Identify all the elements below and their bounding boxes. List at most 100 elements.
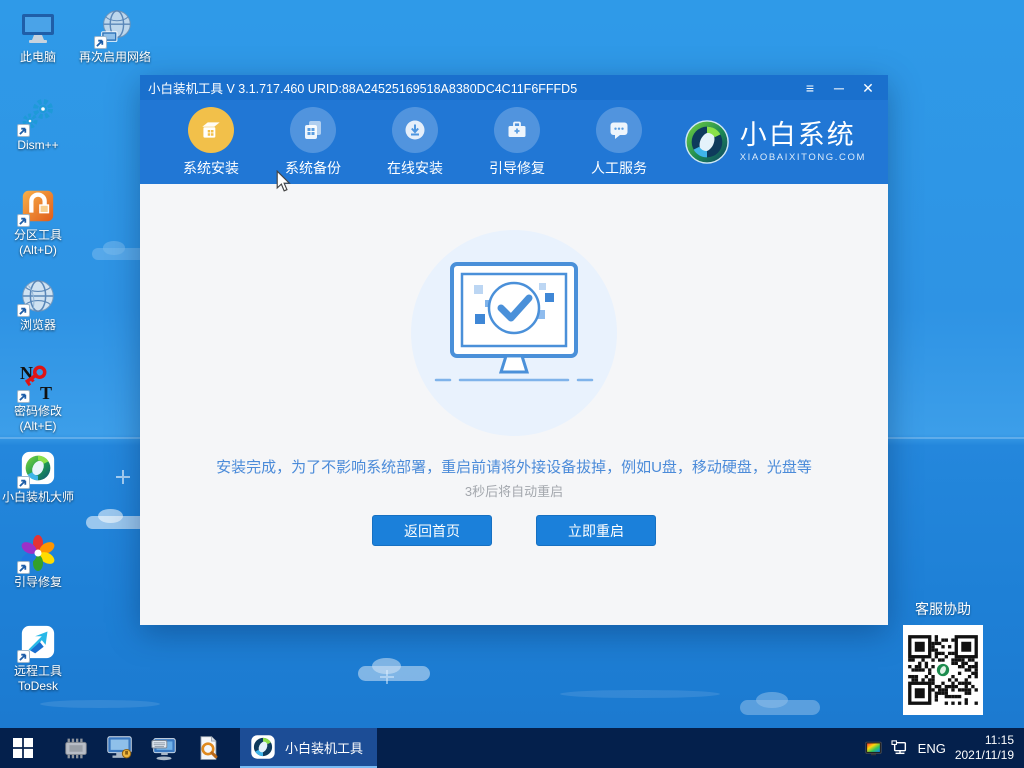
taskbar: 小白装机工具 ENG 11:15 2021/11/19: [0, 728, 1024, 768]
mouse-cursor: [276, 170, 291, 192]
clock[interactable]: 11:15 2021/11/19: [955, 733, 1014, 763]
system-tray: ENG 11:15 2021/11/19: [865, 733, 1024, 763]
sparkle: [116, 470, 130, 484]
cloud: [740, 691, 820, 715]
tab-label: 人工服务: [591, 159, 647, 176]
shortcut-arrow-icon: [17, 390, 30, 403]
shortcut-arrow-icon: [94, 36, 107, 49]
wave: [560, 690, 720, 698]
shortcut-arrow-icon: [17, 124, 30, 137]
backup-icon: [290, 106, 336, 153]
window-titlebar[interactable]: 小白装机工具 V 3.1.717.460 URID:88A24525169518…: [140, 75, 888, 100]
window-content: 安装完成，为了不影响系统部署，重启前请将外接设备拔掉，例如U盘，移动硬盘，光盘等…: [140, 184, 888, 625]
desktop-icon-re-enable-network[interactable]: 再次启用网络: [76, 8, 154, 65]
tab-online-install[interactable]: 在线安装: [364, 106, 466, 178]
shortcut-arrow-icon: [17, 561, 30, 574]
tab-label: 系统安装: [183, 159, 239, 176]
taskbar-keyboard-tool-button[interactable]: [142, 728, 186, 768]
language-indicator[interactable]: ENG: [918, 741, 946, 756]
cloud: [92, 241, 147, 260]
shortcut-arrow-icon: [17, 650, 30, 663]
pinwheel-icon: [17, 533, 58, 574]
toolbox-icon: [494, 106, 540, 153]
close-icon[interactable]: ✕: [858, 78, 878, 98]
cloud: [358, 657, 430, 681]
package-icon: [188, 106, 234, 153]
desktop-icon-label: 小白装机大师: [1, 490, 74, 504]
monitor-lock-icon: [107, 736, 132, 759]
sparkle: [380, 670, 394, 684]
cloud: [86, 508, 148, 529]
installer-window: 小白装机工具 V 3.1.717.460 URID:88A24525169518…: [140, 75, 888, 625]
svg-text:T: T: [40, 383, 52, 402]
monitor-check-icon: [434, 262, 594, 382]
desktop-icon-label: Dism++: [17, 138, 59, 152]
network-globe-icon: [94, 8, 135, 49]
xiaobai-app-icon: [251, 735, 275, 759]
taskbar-app-xiaobai[interactable]: 小白装机工具: [240, 728, 378, 768]
chat-icon: [596, 106, 642, 153]
taskbar-cpu-tool-button[interactable]: [54, 728, 98, 768]
shortcut-arrow-icon: [17, 476, 30, 489]
minimize-icon[interactable]: ─: [829, 78, 849, 98]
shortcut-arrow-icon: [17, 214, 30, 227]
brand-logo: 小白系统 XIAOBAIXITONG.COM: [684, 119, 866, 165]
support-qr-panel: 客服协助: [903, 599, 983, 715]
doc-magnifier-icon: [200, 736, 218, 760]
desktop-icon-dism[interactable]: Dism++: [6, 96, 70, 153]
tab-label: 在线安装: [387, 159, 443, 176]
taskbar-app-label: 小白装机工具: [285, 740, 364, 756]
tab-label: 系统备份: [285, 159, 341, 176]
return-home-button[interactable]: 返回首页: [372, 515, 492, 546]
network-icon[interactable]: [891, 740, 909, 756]
browser-globe-icon: [17, 276, 58, 317]
restart-now-button[interactable]: 立即重启: [536, 515, 656, 546]
nt-password-icon: NT: [17, 362, 58, 403]
qr-code: [903, 625, 983, 715]
desktop-icon-remote-tool[interactable]: 远程工具 ToDesk: [6, 622, 70, 694]
brand-title: 小白系统: [739, 120, 856, 150]
desktop-icon-label: 远程工具 ToDesk: [13, 664, 62, 693]
clock-date: 2021/11/19: [954, 748, 1014, 762]
success-illustration: [411, 230, 617, 436]
restart-countdown: 3秒后将自动重启: [464, 484, 564, 499]
taskbar-display-tool-button[interactable]: [98, 728, 142, 768]
window-title: 小白装机工具 V 3.1.717.460 URID:88A24525169518…: [148, 82, 578, 96]
start-button[interactable]: [0, 728, 46, 768]
tab-system-install[interactable]: 系统安装: [160, 106, 262, 178]
desktop-icon-label: 分区工具 (Alt+D): [13, 228, 62, 257]
desktop-icon-label: 浏览器: [19, 318, 56, 332]
chip-icon: [65, 738, 87, 759]
desktop-icon-this-pc[interactable]: 此电脑: [6, 8, 70, 65]
desktop-icon-label: 此电脑: [19, 50, 56, 64]
desktop-icon-label: 密码修改 (Alt+E): [13, 404, 62, 433]
download-icon: [392, 106, 438, 153]
brand-subtitle: XIAOBAIXITONG.COM: [739, 152, 866, 163]
desktop-icon-label: 引导修复: [13, 575, 62, 589]
monitor-keyboard-icon: [151, 738, 176, 761]
clock-time: 11:15: [984, 733, 1014, 747]
xiaobai-app-icon: [17, 448, 58, 489]
tab-boot-repair[interactable]: 引导修复: [466, 106, 568, 178]
desktop-icon-xiaobai-master[interactable]: 小白装机大师: [0, 448, 76, 505]
desktop-icon-password-reset[interactable]: NT 密码修改 (Alt+E): [6, 362, 70, 434]
this-pc-icon: [18, 8, 58, 48]
tab-system-backup[interactable]: 系统备份: [262, 106, 364, 178]
window-header: 系统安装 系统备份 在线安装 引导修复 人工服务 小白系统 XIAOBAIXIT…: [140, 100, 888, 184]
desktop: 此电脑 再次启用网络 Dism++ 分区工具 (Alt+D) 浏览器 NT 密码…: [0, 0, 1024, 768]
desktop-icon-boot-repair[interactable]: 引导修复: [6, 533, 70, 590]
shortcut-arrow-icon: [17, 304, 30, 317]
desktop-icon-partition-tool[interactable]: 分区工具 (Alt+D): [6, 186, 70, 258]
xiaobai-logo-icon: [684, 120, 729, 164]
partition-tool-icon: [17, 186, 58, 227]
display-color-icon[interactable]: [865, 741, 882, 756]
tab-label: 引导修复: [489, 159, 545, 176]
desktop-icon-browser[interactable]: 浏览器: [6, 276, 70, 333]
tab-manual-service[interactable]: 人工服务: [568, 106, 670, 178]
install-complete-message: 安装完成，为了不影响系统部署，重启前请将外接设备拔掉，例如U盘，移动硬盘，光盘等: [216, 459, 812, 476]
gears-icon: [17, 96, 58, 137]
support-label: 客服协助: [915, 601, 971, 617]
menu-icon[interactable]: ≡: [800, 78, 820, 98]
taskbar-search-tool-button[interactable]: [186, 728, 230, 768]
desktop-icon-label: 再次启用网络: [78, 50, 151, 64]
